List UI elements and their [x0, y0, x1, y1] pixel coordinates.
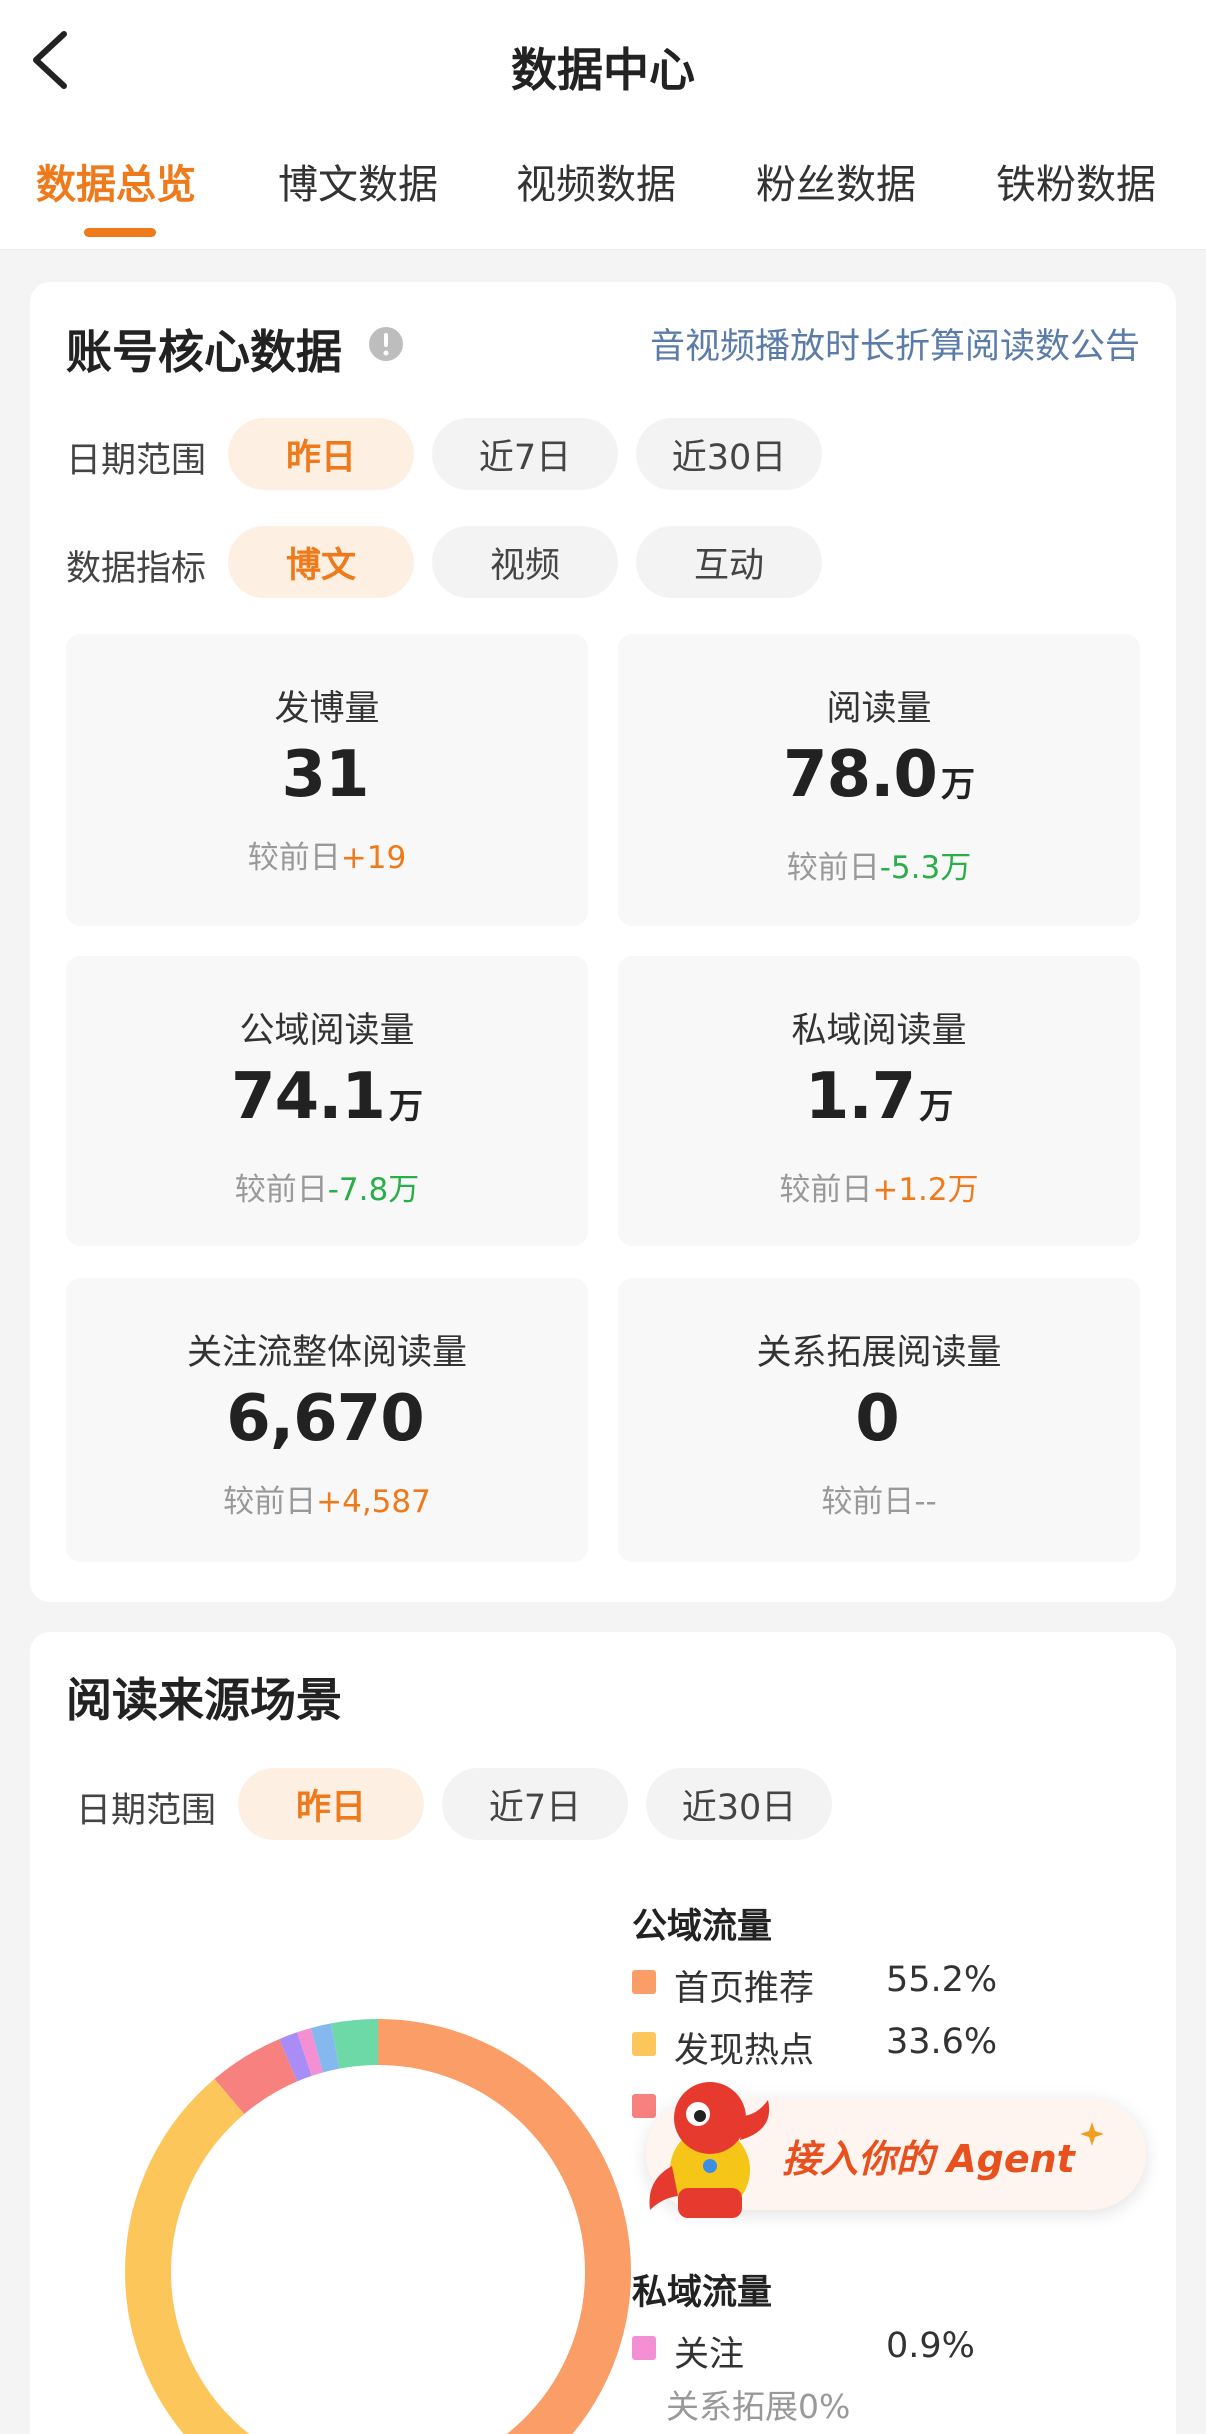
date-range-label: 日期范围: [66, 441, 207, 481]
source-date-7days[interactable]: 近7日: [442, 1768, 628, 1840]
metric-unit: 万: [388, 1087, 423, 1127]
tab-active-indicator: [84, 228, 156, 237]
legend-name: 关注: [674, 2335, 745, 2375]
metric-value: 0: [855, 1382, 900, 1456]
legend-percent: 33.6%: [886, 2022, 998, 2062]
core-data-card: 账号核心数据 音视频播放时长折算阅读数公告 日期范围 昨日 近7日 近30日 数…: [30, 282, 1176, 1602]
metric-card-relation-reads[interactable]: 关系拓展阅读量 0 较前日--: [618, 1278, 1140, 1562]
metric-label: 发博量: [274, 689, 380, 729]
metric-delta: 较前日+1.2万: [779, 1172, 979, 1208]
legend-swatch: [632, 2336, 656, 2360]
legend-item: 首页推荐 55.2%: [632, 1960, 1032, 2009]
date-option-yesterday[interactable]: 昨日: [228, 418, 414, 490]
card-title: 阅读来源场景: [66, 1673, 342, 1727]
metric-option-posts[interactable]: 博文: [228, 526, 414, 598]
lobster-mascot-icon: [649, 2082, 770, 2218]
metric-card-public-reads[interactable]: 公域阅读量 74.1 万 较前日-7.8万: [66, 956, 588, 1246]
tab-video-data[interactable]: 视频数据: [516, 152, 676, 210]
metric-option-video[interactable]: 视频: [432, 526, 618, 598]
tab-overview[interactable]: 数据总览: [36, 152, 196, 210]
tab-fans-data[interactable]: 粉丝数据: [756, 152, 916, 210]
metric-card-posts[interactable]: 发博量 31 较前日+19: [66, 634, 588, 926]
metric-unit: 万: [919, 1087, 954, 1127]
legend-name: 发现热点: [674, 2031, 815, 2071]
metric-label: 私域阅读量: [791, 1011, 967, 1051]
tab-post-data[interactable]: 博文数据: [278, 152, 438, 210]
notice-link[interactable]: 音视频播放时长折算阅读数公告: [650, 318, 1140, 369]
metric-card-follow-feed-reads[interactable]: 关注流整体阅读量 6,670 较前日+4,587: [66, 1278, 588, 1562]
metric-delta: 较前日-5.3万: [786, 850, 972, 886]
metric-option-interaction[interactable]: 互动: [636, 526, 822, 598]
tab-bar: 数据总览 博文数据 视频数据 粉丝数据 铁粉数据: [0, 152, 1206, 222]
metric-card-private-reads[interactable]: 私域阅读量 1.7 万 较前日+1.2万: [618, 956, 1140, 1246]
metric-delta: 较前日+19: [247, 840, 407, 876]
metric-value: 74.1: [231, 1060, 386, 1134]
metric-label: 关注流整体阅读量: [186, 1333, 467, 1373]
date-option-30days[interactable]: 近30日: [636, 418, 822, 490]
legend-swatch: [632, 2032, 656, 2056]
metric-delta: 较前日-7.8万: [234, 1172, 420, 1208]
date-range-label: 日期范围: [76, 1791, 217, 1831]
legend-item: 关注 0.9%: [632, 2326, 1032, 2375]
legend-item: 发现热点 33.6%: [632, 2022, 1032, 2071]
metric-type-label: 数据指标: [66, 549, 207, 589]
legend-name: 首页推荐: [674, 1969, 815, 2009]
info-icon[interactable]: [368, 326, 404, 362]
page-title: 数据中心: [511, 43, 695, 97]
metric-delta: 较前日--: [821, 1484, 937, 1520]
tab-iron-fans-data[interactable]: 铁粉数据: [996, 152, 1156, 210]
legend-percent: 0.9%: [886, 2326, 975, 2366]
metric-label: 关系拓展阅读量: [756, 1333, 1002, 1373]
legend-swatch: [632, 1970, 656, 1994]
metric-delta: 较前日+4,587: [223, 1484, 431, 1520]
source-date-30days[interactable]: 近30日: [646, 1768, 832, 1840]
public-traffic-title: 公域流量: [632, 1907, 773, 1947]
metric-value: 6,670: [226, 1382, 424, 1456]
metric-value: 78.0: [783, 738, 938, 812]
sparkle-icon: [1080, 2122, 1104, 2146]
metric-label: 阅读量: [826, 689, 932, 729]
metric-value: 31: [281, 738, 369, 812]
metric-value: 1.7: [804, 1060, 916, 1134]
metric-unit: 万: [940, 765, 975, 805]
metric-label: 公域阅读量: [239, 1011, 415, 1051]
agent-banner-text: 接入你的 Agent: [782, 2137, 1075, 2181]
date-option-7days[interactable]: 近7日: [432, 418, 618, 490]
metric-card-reads[interactable]: 阅读量 78.0 万 较前日-5.3万: [618, 634, 1140, 926]
private-traffic-title: 私域流量: [632, 2273, 773, 2313]
read-source-donut-chart: [125, 2019, 631, 2434]
relation-expand-percent: 关系拓展0%: [666, 2387, 851, 2426]
top-bar: 数据中心 数据总览 博文数据 视频数据 粉丝数据 铁粉数据: [0, 0, 1206, 250]
legend-percent: 55.2%: [886, 1960, 998, 2000]
source-date-yesterday[interactable]: 昨日: [238, 1768, 424, 1840]
card-title: 账号核心数据: [66, 325, 342, 379]
